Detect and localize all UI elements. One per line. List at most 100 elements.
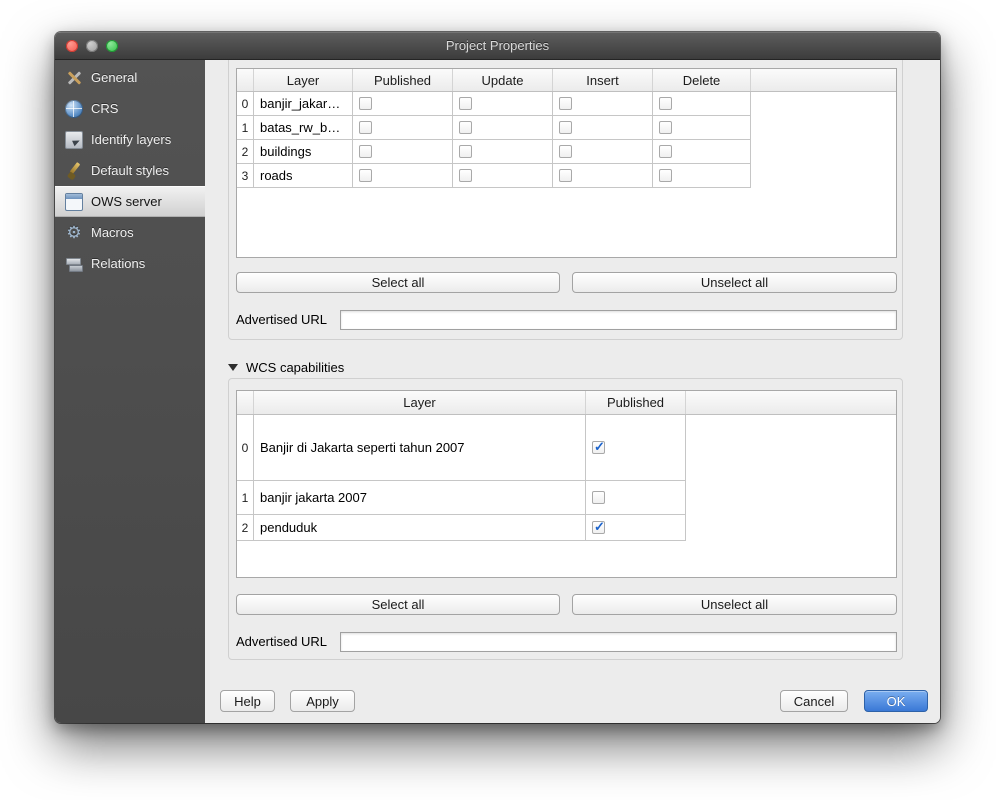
layer-name: banjir_jakar… <box>254 92 353 115</box>
table-row[interactable]: 1banjir jakarta 2007 <box>237 481 686 515</box>
row-index: 1 <box>237 116 254 139</box>
wcs-unselect-all-button[interactable]: Unselect all <box>572 594 897 615</box>
checkbox-cell <box>553 164 653 187</box>
zoom-window-button[interactable] <box>106 40 118 52</box>
wcs-layers-table[interactable]: Layer Published 0Banjir di Jakarta seper… <box>236 390 897 578</box>
checkbox-cell <box>653 140 751 163</box>
table-row[interactable]: 0Banjir di Jakarta seperti tahun 2007 <box>237 415 686 481</box>
table-row[interactable]: 2buildings <box>237 140 751 164</box>
column-header-layer[interactable]: Layer <box>254 391 586 414</box>
row-index: 3 <box>237 164 254 187</box>
column-header-layer[interactable]: Layer <box>254 69 353 91</box>
title-bar[interactable]: Project Properties <box>55 32 940 60</box>
column-header-insert[interactable]: Insert <box>553 69 653 91</box>
sidebar-item-ows-server[interactable]: OWS server <box>55 186 205 217</box>
table-row[interactable]: 2penduduk <box>237 515 686 541</box>
row-index: 2 <box>237 140 254 163</box>
paintbrush-icon <box>65 162 83 180</box>
update-checkbox[interactable] <box>459 121 472 134</box>
sidebar-item-macros[interactable]: Macros <box>55 217 205 248</box>
layers-icon <box>65 255 83 273</box>
insert-checkbox[interactable] <box>559 145 572 158</box>
layer-name: penduduk <box>254 515 586 540</box>
wcs-advertised-url-input[interactable] <box>340 632 897 652</box>
checkbox-cell <box>653 116 751 139</box>
column-header-delete[interactable]: Delete <box>653 69 751 91</box>
gear-icon <box>65 224 83 242</box>
globe-icon <box>65 100 83 118</box>
ok-button[interactable]: OK <box>864 690 928 712</box>
layer-name: batas_rw_b… <box>254 116 353 139</box>
delete-checkbox[interactable] <box>659 169 672 182</box>
checkbox-cell <box>453 92 553 115</box>
wms-table-header: Layer Published Update Insert Delete <box>237 69 896 92</box>
column-header-published[interactable]: Published <box>586 391 686 414</box>
disclosure-triangle-icon[interactable] <box>228 364 238 371</box>
wms-table-body: 0banjir_jakar…1batas_rw_b…2buildings3roa… <box>237 92 896 188</box>
layer-name: buildings <box>254 140 353 163</box>
wms-unselect-all-button[interactable]: Unselect all <box>572 272 897 293</box>
table-row[interactable]: 3roads <box>237 164 751 188</box>
row-index-header <box>237 391 254 414</box>
published-checkbox[interactable] <box>592 491 605 504</box>
published-checkbox[interactable] <box>359 97 372 110</box>
wms-select-all-button[interactable]: Select all <box>236 272 560 293</box>
apply-button[interactable]: Apply <box>290 690 355 712</box>
update-checkbox[interactable] <box>459 169 472 182</box>
help-button[interactable]: Help <box>220 690 275 712</box>
sidebar-item-identify-layers[interactable]: Identify layers <box>55 124 205 155</box>
insert-checkbox[interactable] <box>559 169 572 182</box>
wms-layers-table[interactable]: Layer Published Update Insert Delete 0ba… <box>236 68 897 258</box>
settings-sidebar: General CRS Identify layers Default styl… <box>55 60 205 723</box>
header-filler <box>686 391 896 414</box>
published-checkbox[interactable] <box>359 145 372 158</box>
identify-cursor-icon <box>65 131 83 149</box>
minimize-window-button[interactable] <box>86 40 98 52</box>
wcs-table-body: 0Banjir di Jakarta seperti tahun 20071ba… <box>237 415 896 541</box>
checkbox-cell <box>653 164 751 187</box>
wms-advertised-url-label: Advertised URL <box>236 312 327 328</box>
checkbox-cell <box>453 164 553 187</box>
sidebar-item-label: Macros <box>91 225 134 240</box>
checkbox-cell <box>553 92 653 115</box>
sidebar-item-default-styles[interactable]: Default styles <box>55 155 205 186</box>
sidebar-item-general[interactable]: General <box>55 62 205 93</box>
sidebar-item-label: OWS server <box>91 194 162 209</box>
checkbox-cell <box>553 140 653 163</box>
sidebar-item-crs[interactable]: CRS <box>55 93 205 124</box>
close-window-button[interactable] <box>66 40 78 52</box>
checkbox-cell <box>453 140 553 163</box>
published-checkbox[interactable] <box>592 521 605 534</box>
column-header-update[interactable]: Update <box>453 69 553 91</box>
update-checkbox[interactable] <box>459 97 472 110</box>
tools-icon <box>65 69 83 87</box>
update-checkbox[interactable] <box>459 145 472 158</box>
row-index: 1 <box>237 481 254 514</box>
table-row[interactable]: 0banjir_jakar… <box>237 92 751 116</box>
sidebar-item-label: CRS <box>91 101 118 116</box>
insert-checkbox[interactable] <box>559 97 572 110</box>
checkbox-cell <box>586 415 686 480</box>
delete-checkbox[interactable] <box>659 121 672 134</box>
checkbox-cell <box>453 116 553 139</box>
checkbox-cell <box>353 164 453 187</box>
wms-advertised-url-input[interactable] <box>340 310 897 330</box>
published-checkbox[interactable] <box>359 169 372 182</box>
window-controls <box>66 40 118 52</box>
sidebar-item-label: Identify layers <box>91 132 171 147</box>
desktop-background: Project Properties General CRS Identify … <box>0 0 996 800</box>
insert-checkbox[interactable] <box>559 121 572 134</box>
wcs-table-header: Layer Published <box>237 391 896 415</box>
delete-checkbox[interactable] <box>659 145 672 158</box>
sidebar-item-relations[interactable]: Relations <box>55 248 205 279</box>
column-header-published[interactable]: Published <box>353 69 453 91</box>
wcs-select-all-button[interactable]: Select all <box>236 594 560 615</box>
delete-checkbox[interactable] <box>659 97 672 110</box>
published-checkbox[interactable] <box>359 121 372 134</box>
published-checkbox[interactable] <box>592 441 605 454</box>
wcs-capabilities-header[interactable]: WCS capabilities <box>228 360 344 375</box>
project-properties-window: Project Properties General CRS Identify … <box>55 32 940 723</box>
table-row[interactable]: 1batas_rw_b… <box>237 116 751 140</box>
cancel-button[interactable]: Cancel <box>780 690 848 712</box>
checkbox-cell <box>553 116 653 139</box>
